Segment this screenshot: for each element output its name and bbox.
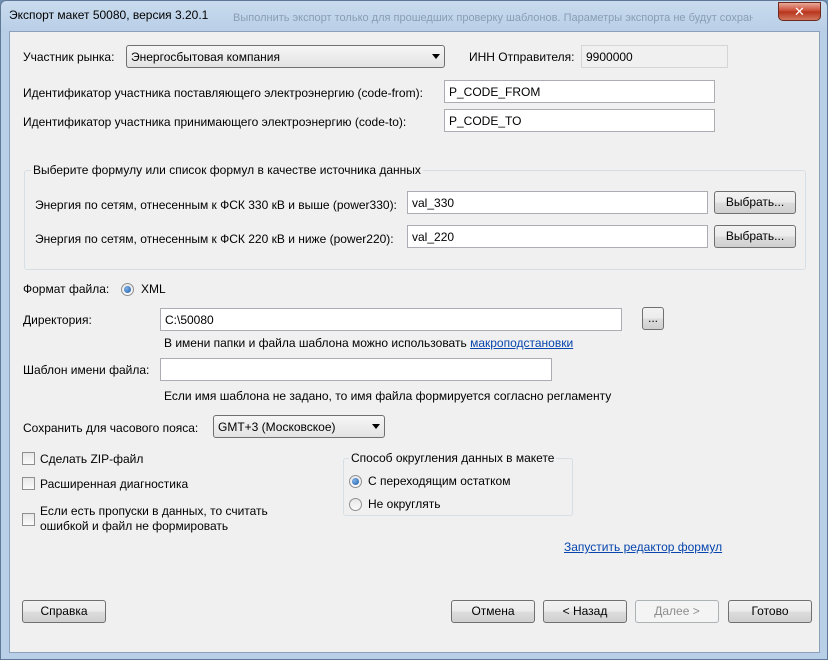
template-hint: Если имя шаблона не задано, то имя файла… [164, 389, 612, 403]
rounding-carry-radio[interactable] [349, 475, 362, 488]
power330-select-button[interactable]: Выбрать... [714, 191, 796, 214]
rounding-none-radio[interactable] [349, 498, 362, 511]
inn-field: 9900000 [581, 45, 728, 68]
power330-label: Энергия по сетям, отнесенным к ФСК 330 к… [35, 198, 397, 212]
macro-substitutions-link[interactable]: макроподстановки [470, 336, 573, 350]
power220-label: Энергия по сетям, отнесенным к ФСК 220 к… [35, 232, 394, 246]
gaps-error-label-line2: ошибкой и файл не формировать [40, 519, 229, 533]
participant-select[interactable]: Энергосбытовая компания [126, 45, 445, 68]
participant-select-value: Энергосбытовая компания [131, 50, 280, 64]
power220-input[interactable]: val_220 [407, 225, 708, 248]
done-button[interactable]: Готово [728, 600, 812, 623]
zip-checkbox[interactable] [22, 452, 35, 465]
inn-label: ИНН Отправителя: [469, 50, 575, 64]
rounding-group-title: Способ округления данных в макете [349, 451, 557, 465]
next-button[interactable]: Далее > [635, 600, 719, 623]
directory-hint: В имени папки и файла шаблона можно испо… [164, 336, 573, 350]
power330-input[interactable]: val_330 [407, 191, 708, 214]
participant-label: Участник рынка: [23, 50, 115, 64]
rounding-none-label: Не округлять [368, 497, 441, 511]
formula-group: Выберите формулу или список формул в кач… [24, 163, 806, 270]
directory-hint-text: В имени папки и файла шаблона можно испо… [164, 336, 467, 350]
back-button[interactable]: < Назад [543, 600, 627, 623]
power220-select-button[interactable]: Выбрать... [714, 225, 796, 248]
help-button[interactable]: Справка [22, 600, 106, 623]
code-from-label: Идентификатор участника поставляющего эл… [23, 86, 423, 100]
rounding-carry-label: С переходящим остатком [368, 474, 511, 488]
format-xml-label: XML [141, 282, 166, 296]
template-input[interactable] [160, 358, 552, 381]
close-button[interactable]: ✕ [778, 2, 821, 21]
format-label: Формат файла: [23, 282, 110, 296]
zip-label: Сделать ZIP-файл [40, 452, 144, 466]
dialog-body: Участник рынка: Энергосбытовая компания … [9, 31, 820, 653]
timezone-select-value: GMT+3 (Московское) [218, 420, 336, 434]
directory-input[interactable]: C:\50080 [160, 308, 622, 331]
background-text: Выполнить экспорт только для прошедших п… [233, 12, 753, 24]
export-window: Экспорт макет 50080, версия 3.20.1 Выпол… [0, 0, 828, 660]
template-label: Шаблон имени файла: [23, 363, 150, 377]
directory-label: Директория: [23, 313, 92, 327]
diagnostics-label: Расширенная диагностика [40, 477, 189, 491]
timezone-select[interactable]: GMT+3 (Московское) [213, 415, 385, 438]
browse-directory-button[interactable]: ... [642, 307, 664, 330]
title-bar[interactable]: Экспорт макет 50080, версия 3.20.1 Выпол… [1, 1, 827, 31]
format-xml-radio[interactable] [121, 283, 134, 296]
code-to-input[interactable]: P_CODE_TO [444, 109, 715, 132]
window-title: Экспорт макет 50080, версия 3.20.1 [9, 8, 209, 22]
code-from-input[interactable]: P_CODE_FROM [444, 80, 715, 103]
chevron-down-icon [432, 54, 440, 59]
formula-editor-link[interactable]: Запустить редактор формул [564, 540, 722, 554]
code-to-label: Идентификатор участника принимающего эле… [23, 115, 407, 129]
timezone-label: Сохранить для часового пояса: [23, 421, 199, 435]
rounding-group: Способ округления данных в макете С пере… [343, 451, 573, 516]
chevron-down-icon [372, 424, 380, 429]
gaps-error-label-line1: Если есть пропуски в данных, то считать [40, 504, 268, 518]
gaps-error-checkbox[interactable] [22, 513, 35, 526]
cancel-button[interactable]: Отмена [451, 600, 535, 623]
formula-group-title: Выберите формулу или список формул в кач… [31, 163, 423, 177]
diagnostics-checkbox[interactable] [22, 477, 35, 490]
